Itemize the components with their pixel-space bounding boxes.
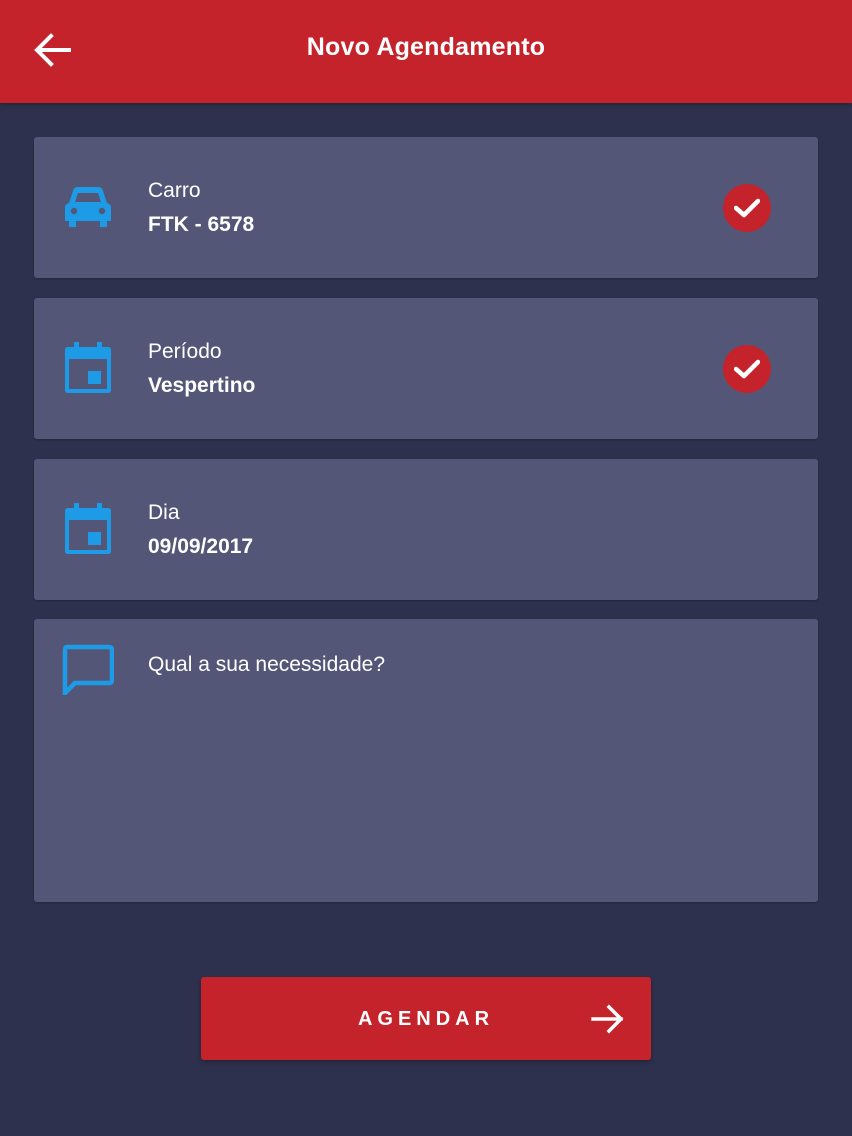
calendar-icon	[62, 342, 114, 394]
day-field-value: 09/09/2017	[148, 535, 254, 558]
period-field-card[interactable]: Período Vespertino	[34, 298, 818, 439]
schedule-button-label: AGENDAR	[357, 1008, 495, 1030]
car-icon	[62, 181, 114, 233]
chat-bubble-icon	[62, 643, 114, 695]
calendar-icon	[62, 503, 114, 555]
car-field-card[interactable]: Carro FTK - 6578	[34, 137, 818, 278]
app-bar: Novo Agendamento	[0, 0, 852, 103]
car-field-value: FTK - 6578	[148, 213, 255, 236]
day-field-label: Dia	[148, 501, 180, 524]
check-icon	[723, 184, 771, 232]
car-field-label: Carro	[148, 179, 201, 202]
page-title: Novo Agendamento	[306, 33, 546, 61]
check-icon	[723, 345, 771, 393]
day-field-card[interactable]: Dia 09/09/2017	[34, 459, 818, 600]
period-field-label: Período	[148, 340, 222, 363]
schedule-button[interactable]: AGENDAR	[201, 977, 651, 1060]
message-placeholder[interactable]: Qual a sua necessidade?	[148, 653, 385, 677]
arrow-right-icon	[591, 1003, 625, 1035]
message-field[interactable]: Qual a sua necessidade?	[34, 619, 818, 902]
period-field-value: Vespertino	[148, 374, 256, 397]
